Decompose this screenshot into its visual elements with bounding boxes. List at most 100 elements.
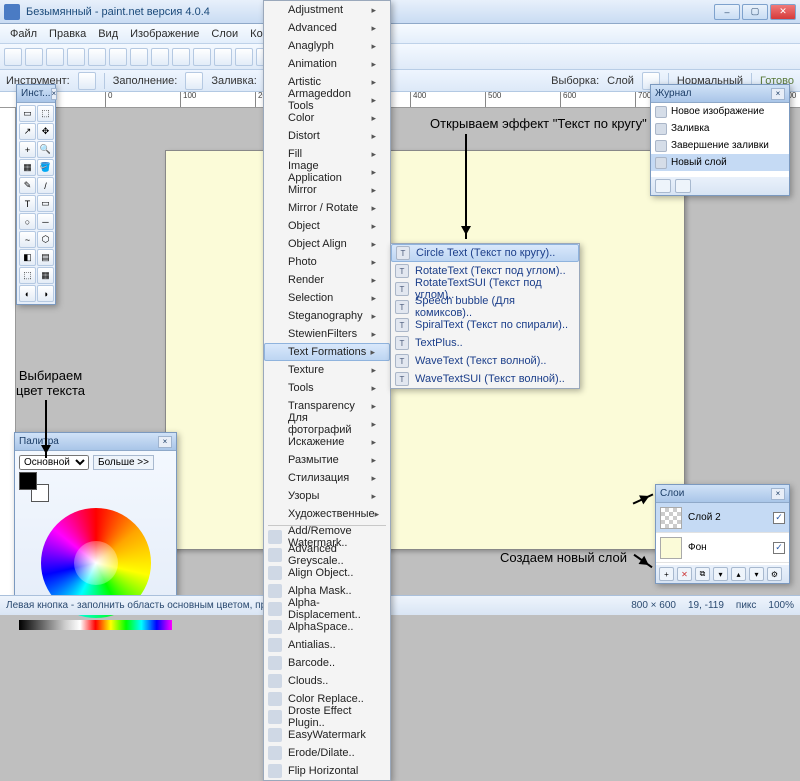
tool-button[interactable]: + xyxy=(19,141,36,158)
submenu-item[interactable]: TSpeech bubble (Для комиксов).. xyxy=(391,298,579,316)
menu-view[interactable]: Вид xyxy=(92,26,124,42)
minimize-button[interactable]: – xyxy=(714,4,740,20)
effects-menu-item[interactable]: Photo▸ xyxy=(264,253,390,271)
effects-menu-item[interactable]: Anaglyph▸ xyxy=(264,37,390,55)
effects-menu-item[interactable]: Advanced Greyscale.. xyxy=(264,546,390,564)
more-button[interactable]: Больше >> xyxy=(93,455,154,470)
effects-menu-item[interactable]: Advanced▸ xyxy=(264,19,390,37)
crop-icon[interactable] xyxy=(151,48,169,66)
history-redo-icon[interactable] xyxy=(675,179,691,193)
tool-button[interactable]: ⬚ xyxy=(19,267,36,284)
effects-menu-item[interactable]: Droste Effect Plugin.. xyxy=(264,708,390,726)
submenu-item[interactable]: TTextPlus.. xyxy=(391,334,579,352)
effects-menu-item[interactable]: Для фотографий▸ xyxy=(264,415,390,433)
layer-row[interactable]: Слой 2✓ xyxy=(656,503,789,533)
effects-menu-item[interactable]: StewienFilters▸ xyxy=(264,325,390,343)
new-icon[interactable] xyxy=(4,48,22,66)
grid-icon[interactable] xyxy=(235,48,253,66)
tool-button[interactable]: ✥ xyxy=(37,123,54,140)
effects-menu-item[interactable]: Adjustment▸ xyxy=(264,1,390,19)
effects-menu-item[interactable]: EasyWatermark xyxy=(264,726,390,744)
effects-menu-item[interactable]: AlphaSpace.. xyxy=(264,618,390,636)
tool-button[interactable]: 🔍 xyxy=(37,141,54,158)
merge-layer-icon[interactable]: ▾ xyxy=(713,567,728,581)
color-mode-select[interactable]: Основной xyxy=(19,455,89,470)
tool-button[interactable]: ─ xyxy=(37,213,54,230)
effects-menu-item[interactable]: Image Application▸ xyxy=(264,163,390,181)
effects-menu-item[interactable]: Erode/Dilate.. xyxy=(264,744,390,762)
duplicate-layer-icon[interactable]: ⧉ xyxy=(695,567,710,581)
history-item[interactable]: Новый слой xyxy=(651,154,789,171)
palette-panel-close-icon[interactable]: × xyxy=(158,436,172,448)
effects-menu-item[interactable]: Узоры▸ xyxy=(264,487,390,505)
history-panel-close-icon[interactable]: × xyxy=(771,88,785,100)
fill-mode-icon[interactable] xyxy=(185,72,203,90)
undo-icon[interactable] xyxy=(193,48,211,66)
status-zoom[interactable]: 100% xyxy=(768,600,794,611)
save-icon[interactable] xyxy=(46,48,64,66)
history-item[interactable]: Новое изображение xyxy=(651,103,789,120)
tool-button[interactable]: ▦ xyxy=(19,159,36,176)
effects-menu-item[interactable]: Искажение▸ xyxy=(264,433,390,451)
tool-button[interactable]: ▦ xyxy=(37,267,54,284)
tool-button[interactable]: ◑ xyxy=(37,285,54,302)
effects-menu-item[interactable]: Стилизация▸ xyxy=(264,469,390,487)
effects-menu-item[interactable]: Художественные▸ xyxy=(264,505,390,523)
foreground-background-swatch[interactable] xyxy=(19,472,49,502)
move-up-icon[interactable]: ▴ xyxy=(731,567,746,581)
effects-menu-item[interactable]: Clouds.. xyxy=(264,672,390,690)
effects-menu-item[interactable]: Flip Horizontal xyxy=(264,762,390,780)
move-down-icon[interactable]: ▾ xyxy=(749,567,764,581)
effects-menu-item[interactable]: Texture▸ xyxy=(264,361,390,379)
tool-button[interactable]: ⬚ xyxy=(37,105,54,122)
foreground-color[interactable] xyxy=(19,472,37,490)
history-item[interactable]: Заливка xyxy=(651,120,789,137)
submenu-item[interactable]: TWaveText (Текст волной).. xyxy=(391,352,579,370)
open-icon[interactable] xyxy=(25,48,43,66)
paste-icon[interactable] xyxy=(130,48,148,66)
tool-button[interactable]: ⬡ xyxy=(37,231,54,248)
effects-menu-item[interactable]: Object▸ xyxy=(264,217,390,235)
menu-edit[interactable]: Правка xyxy=(43,26,92,42)
menu-image[interactable]: Изображение xyxy=(124,26,205,42)
maximize-button[interactable]: ▢ xyxy=(742,4,768,20)
effects-menu-item[interactable]: Mirror▸ xyxy=(264,181,390,199)
layers-panel-close-icon[interactable]: × xyxy=(771,488,785,500)
color-swatches[interactable] xyxy=(19,620,172,630)
delete-layer-icon[interactable]: ✕ xyxy=(677,567,692,581)
tool-button[interactable]: ✎ xyxy=(19,177,36,194)
tool-button[interactable]: ◐ xyxy=(19,285,36,302)
effects-menu-item[interactable]: Armageddon Tools▸ xyxy=(264,91,390,109)
tool-button[interactable]: T xyxy=(19,195,36,212)
tool-button[interactable]: ▭ xyxy=(37,195,54,212)
effects-menu-item[interactable]: Mirror / Rotate▸ xyxy=(264,199,390,217)
effects-menu-item[interactable]: Antialias.. xyxy=(264,636,390,654)
effects-menu-item[interactable]: Text Formations▸ xyxy=(264,343,390,361)
tool-button[interactable]: ↗ xyxy=(19,123,36,140)
copy-icon[interactable] xyxy=(109,48,127,66)
layer-props-icon[interactable]: ⚙ xyxy=(767,567,782,581)
tool-selector-icon[interactable] xyxy=(78,72,96,90)
tool-button[interactable]: ▭ xyxy=(19,105,36,122)
add-layer-icon[interactable]: + xyxy=(659,567,674,581)
print-icon[interactable] xyxy=(67,48,85,66)
effects-menu-item[interactable]: Distort▸ xyxy=(264,127,390,145)
select-value[interactable]: Слой xyxy=(607,75,634,87)
redo-icon[interactable] xyxy=(214,48,232,66)
layer-row[interactable]: Фон✓ xyxy=(656,533,789,563)
effects-menu-item[interactable]: Alpha-Displacement.. xyxy=(264,600,390,618)
status-units[interactable]: пикс xyxy=(736,600,757,611)
cut-icon[interactable] xyxy=(88,48,106,66)
history-undo-icon[interactable] xyxy=(655,179,671,193)
tool-button[interactable]: / xyxy=(37,177,54,194)
menu-layers[interactable]: Слои xyxy=(205,26,244,42)
effects-menu-item[interactable]: Render▸ xyxy=(264,271,390,289)
effects-menu-item[interactable]: Object Align▸ xyxy=(264,235,390,253)
deselect-icon[interactable] xyxy=(172,48,190,66)
tool-button[interactable]: ◧ xyxy=(19,249,36,266)
effects-menu-item[interactable]: Animation▸ xyxy=(264,55,390,73)
effects-menu-item[interactable]: Color▸ xyxy=(264,109,390,127)
history-item[interactable]: Завершение заливки xyxy=(651,137,789,154)
tool-button[interactable]: ○ xyxy=(19,213,36,230)
submenu-item[interactable]: TWaveTextSUI (Текст волной).. xyxy=(391,370,579,388)
